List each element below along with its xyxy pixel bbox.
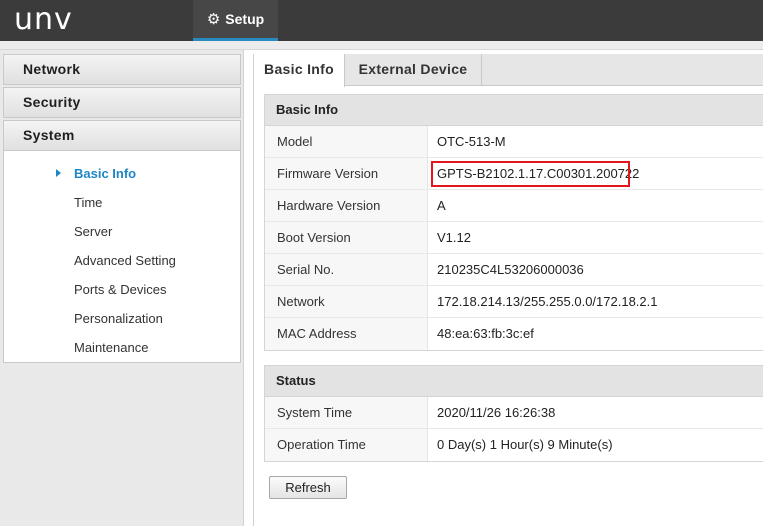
tab-bar: Basic Info External Device: [254, 54, 763, 87]
sidebar: Network Security System Basic Info Time …: [0, 50, 244, 526]
unv-logo: unv: [14, 2, 73, 37]
row-value: A: [428, 190, 763, 221]
info-row-serial-no: Serial No. 210235C4L53206000036: [265, 254, 763, 286]
sidebar-section-system[interactable]: System: [3, 120, 241, 151]
system-submenu: Basic Info Time Server Advanced Setting …: [3, 151, 241, 363]
tab-external-device[interactable]: External Device: [345, 54, 482, 86]
header-divider: [0, 41, 763, 50]
info-row-hardware-version: Hardware Version A: [265, 190, 763, 222]
row-label: Hardware Version: [265, 190, 428, 221]
row-value: 210235C4L53206000036: [428, 254, 763, 285]
status-header: Status: [265, 366, 763, 397]
row-value: 172.18.214.13/255.255.0.0/172.18.2.1: [428, 286, 763, 317]
row-value: 48:ea:63:fb:3c:ef: [428, 318, 763, 350]
content-area: Basic Info External Device Basic Info Mo…: [253, 54, 763, 526]
row-value: OTC-513-M: [428, 126, 763, 157]
sidebar-section-security[interactable]: Security: [3, 87, 241, 118]
row-label: System Time: [265, 397, 428, 428]
top-bar: unv ⚙ Setup: [0, 0, 763, 41]
sidebar-section-network[interactable]: Network: [3, 54, 241, 85]
row-label: Model: [265, 126, 428, 157]
sidebar-item-ports-devices[interactable]: Ports & Devices: [74, 282, 166, 297]
row-value: 2020/11/26 16:26:38: [428, 397, 763, 428]
info-row-network: Network 172.18.214.13/255.255.0.0/172.18…: [265, 286, 763, 318]
status-panel: Status System Time 2020/11/26 16:26:38 O…: [264, 365, 763, 462]
firmware-value-cell: GPTS-B2102.1.17.C00301.200722: [428, 158, 763, 189]
sidebar-item-basic-info[interactable]: Basic Info: [74, 166, 136, 181]
row-label: MAC Address: [265, 318, 428, 350]
sidebar-item-personalization[interactable]: Personalization: [74, 311, 163, 326]
row-label: Operation Time: [265, 429, 428, 461]
tab-basic-info[interactable]: Basic Info: [254, 54, 345, 87]
caret-right-icon: [56, 169, 61, 177]
setup-tab[interactable]: ⚙ Setup: [193, 0, 278, 41]
info-row-model: Model OTC-513-M: [265, 126, 763, 158]
sidebar-item-server[interactable]: Server: [74, 224, 112, 239]
info-row-firmware-version: Firmware Version GPTS-B2102.1.17.C00301.…: [265, 158, 763, 190]
row-label: Firmware Version: [265, 158, 428, 189]
sidebar-item-advanced-setting[interactable]: Advanced Setting: [74, 253, 176, 268]
highlight-box: [431, 161, 630, 187]
info-row-boot-version: Boot Version V1.12: [265, 222, 763, 254]
sidebar-item-time[interactable]: Time: [74, 195, 102, 210]
sidebar-item-maintenance[interactable]: Maintenance: [74, 340, 148, 355]
basic-info-header: Basic Info: [265, 95, 763, 126]
gear-icon: ⚙: [206, 10, 221, 28]
basic-info-panel: Basic Info Model OTC-513-M Firmware Vers…: [264, 94, 763, 351]
row-label: Network: [265, 286, 428, 317]
status-row-system-time: System Time 2020/11/26 16:26:38: [265, 397, 763, 429]
row-value: V1.12: [428, 222, 763, 253]
status-row-operation-time: Operation Time 0 Day(s) 1 Hour(s) 9 Minu…: [265, 429, 763, 461]
row-label: Boot Version: [265, 222, 428, 253]
setup-tab-label: Setup: [225, 11, 265, 27]
info-row-mac-address: MAC Address 48:ea:63:fb:3c:ef: [265, 318, 763, 350]
refresh-button[interactable]: Refresh: [269, 476, 347, 499]
row-value: 0 Day(s) 1 Hour(s) 9 Minute(s): [428, 429, 763, 461]
row-label: Serial No.: [265, 254, 428, 285]
